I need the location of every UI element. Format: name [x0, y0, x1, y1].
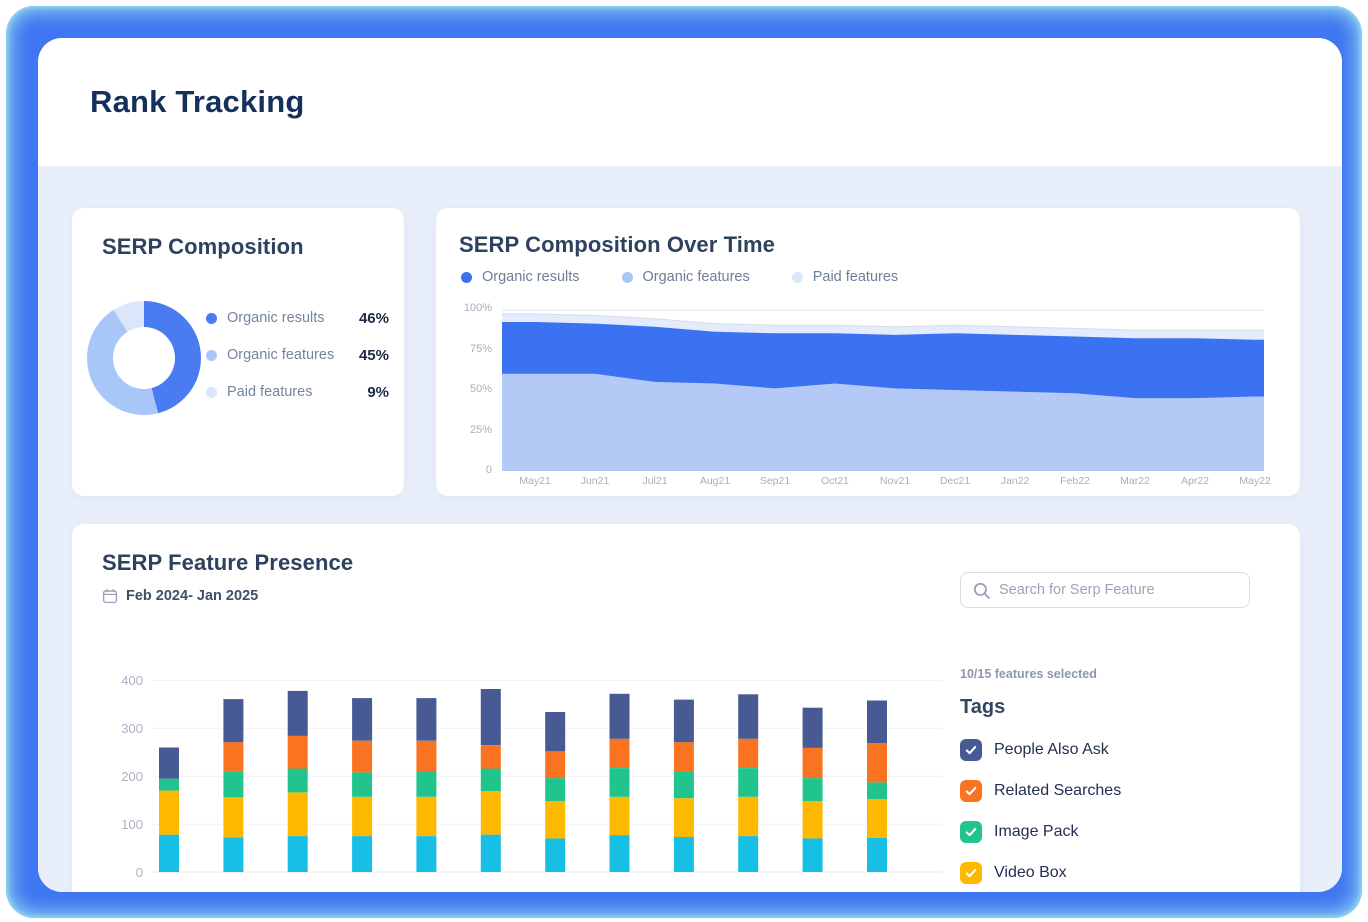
legend-value: 9% [367, 384, 389, 401]
serp-composition-donut-chart [87, 301, 201, 415]
area-x-tick: Feb22 [1044, 475, 1106, 487]
serp-over-time-title: SERP Composition Over Time [459, 232, 775, 258]
area-x-tick: Sep21 [744, 475, 806, 487]
tag-row-video-box[interactable]: Video Box [960, 860, 1067, 886]
legend-dot [206, 387, 217, 398]
area-y-tick: 100% [436, 302, 492, 314]
app-body: SERP Composition Organic results46%Organ… [38, 166, 1342, 892]
legend-label: Organic features [227, 347, 334, 363]
area-y-tick: 50% [436, 383, 492, 395]
app-panel: Rank Tracking SERP Composition Organic r… [38, 38, 1342, 892]
legend-value: 45% [359, 347, 389, 364]
area-x-tick: Apr22 [1164, 475, 1226, 487]
feature-filter-panel: 10/15 features selected Tags People Also… [960, 572, 1250, 608]
serp-feature-presence-card: SERP Feature Presence Feb 2024- Jan 2025 [72, 524, 1300, 892]
legend-label: Organic features [643, 269, 750, 285]
tag-label: Video Box [994, 864, 1067, 882]
area-y-tick: 75% [436, 343, 492, 355]
legend-item: Paid features 9% [206, 381, 389, 403]
tag-row-related-searches[interactable]: Related Searches [960, 778, 1121, 804]
tag-checkbox[interactable] [960, 821, 982, 843]
bar-y-tick: 200 [81, 769, 143, 784]
legend-dot [461, 272, 472, 283]
checkmark-icon [964, 866, 978, 880]
area-x-tick: Jun21 [564, 475, 626, 487]
area-x-tick: May21 [504, 475, 566, 487]
legend-label: Paid features [227, 384, 312, 400]
tag-checkbox[interactable] [960, 780, 982, 802]
feature-presence-title: SERP Feature Presence [102, 550, 353, 576]
tags-heading: Tags [960, 696, 1005, 719]
serp-over-time-card: SERP Composition Over Time Organic resul… [436, 208, 1300, 496]
area-x-tick: Nov21 [864, 475, 926, 487]
bar-y-tick: 0 [81, 865, 143, 880]
legend-value: 46% [359, 310, 389, 327]
search-icon [972, 581, 992, 601]
tag-checkbox[interactable] [960, 739, 982, 761]
area-x-tick: Aug21 [684, 475, 746, 487]
area-x-tick: May22 [1224, 475, 1286, 487]
area-y-tick: 0 [436, 464, 492, 476]
legend-item: Organic results [461, 269, 580, 285]
legend-dot [622, 272, 633, 283]
bar-y-tick: 300 [81, 721, 143, 736]
outer-gradient-frame: Rank Tracking SERP Composition Organic r… [6, 6, 1362, 918]
search-input[interactable] [999, 573, 1244, 607]
serp-composition-title: SERP Composition [102, 234, 304, 260]
tag-checkbox[interactable] [960, 862, 982, 884]
serp-composition-card: SERP Composition Organic results46%Organ… [72, 208, 404, 496]
area-x-tick: Oct21 [804, 475, 866, 487]
app-header: Rank Tracking [38, 38, 1342, 166]
calendar-icon [102, 588, 118, 604]
area-x-tick: Jul21 [624, 475, 686, 487]
date-range-label: Feb 2024- Jan 2025 [126, 588, 258, 604]
area-y-tick: 25% [436, 424, 492, 436]
area-x-tick: Mar22 [1104, 475, 1166, 487]
legend-dot [792, 272, 803, 283]
page-title: Rank Tracking [90, 84, 305, 120]
feature-presence-bar-chart [148, 676, 948, 878]
features-selected-count: 10/15 features selected [960, 667, 1097, 681]
checkmark-icon [964, 743, 978, 757]
tag-row-image-pack[interactable]: Image Pack [960, 819, 1078, 845]
serp-composition-legend: Organic results 46% Organic features 45% Pai… [206, 307, 389, 418]
legend-dot [206, 350, 217, 361]
tag-label: Image Pack [994, 823, 1078, 841]
date-range: Feb 2024- Jan 2025 [102, 588, 258, 604]
bar-y-tick: 100 [81, 817, 143, 832]
tag-row-people-also-ask[interactable]: People Also Ask [960, 737, 1109, 763]
checkmark-icon [964, 784, 978, 798]
tag-label: People Also Ask [994, 741, 1109, 759]
serp-over-time-legend: Organic results Organic features Paid feat… [461, 269, 898, 285]
legend-dot [206, 313, 217, 324]
serp-feature-search [960, 572, 1250, 608]
bar-y-tick: 400 [81, 673, 143, 688]
legend-label: Organic results [227, 310, 325, 326]
legend-label: Organic results [482, 269, 580, 285]
serp-over-time-area-chart [502, 309, 1264, 472]
legend-item: Organic features 45% [206, 344, 389, 366]
legend-item: Paid features [792, 269, 898, 285]
area-x-tick: Jan22 [984, 475, 1046, 487]
area-x-tick: Dec21 [924, 475, 986, 487]
legend-label: Paid features [813, 269, 898, 285]
tag-label: Related Searches [994, 782, 1121, 800]
checkmark-icon [964, 825, 978, 839]
legend-item: Organic features [622, 269, 750, 285]
legend-item: Organic results 46% [206, 307, 389, 329]
